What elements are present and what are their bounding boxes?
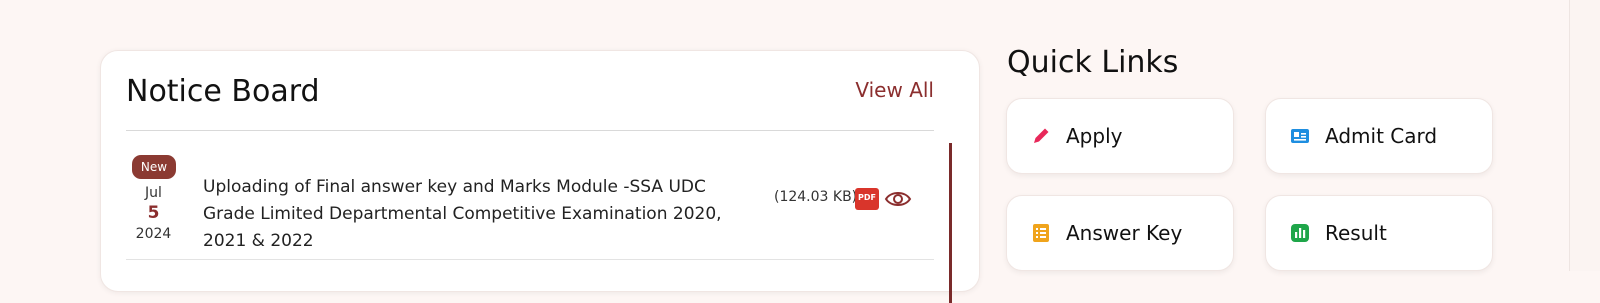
notice-item: New Jul 5 2024 Uploading of Final answer…	[126, 151, 926, 251]
notice-date-month: Jul	[145, 185, 162, 201]
bar-chart-icon	[1291, 224, 1309, 242]
quick-links-title: Quick Links	[1007, 45, 1179, 80]
quick-link-label: Result	[1325, 221, 1387, 245]
notice-board-title: Notice Board	[126, 74, 320, 109]
notice-scroll-indicator	[949, 143, 952, 303]
quick-link-apply[interactable]: Apply	[1006, 98, 1234, 174]
view-all-link[interactable]: View All	[855, 78, 934, 102]
quick-link-label: Apply	[1066, 124, 1123, 148]
pencil-icon	[1034, 128, 1049, 143]
notice-date-year: 2024	[135, 226, 172, 242]
divider	[126, 130, 934, 131]
quick-link-result[interactable]: Result	[1265, 195, 1493, 271]
new-badge: New	[132, 155, 176, 179]
quick-link-label: Answer Key	[1066, 221, 1183, 245]
notice-board-card: Notice Board View All New Jul 5 2024 Upl…	[100, 50, 980, 303]
divider	[126, 259, 934, 260]
pdf-icon-label: PDF	[858, 193, 876, 202]
pdf-icon[interactable]: PDF	[855, 188, 879, 210]
quick-link-label: Admit Card	[1325, 124, 1438, 148]
notice-date-day: 5	[147, 203, 160, 223]
quick-link-admit-card[interactable]: Admit Card	[1265, 98, 1493, 174]
scrollbar-track[interactable]	[1569, 0, 1600, 271]
list-icon	[1033, 224, 1049, 242]
file-size: (124.03 KB)	[774, 189, 858, 205]
notice-title-link[interactable]: Uploading of Final answer key and Marks …	[203, 174, 763, 255]
eye-icon[interactable]	[884, 187, 912, 211]
quick-link-answer-key[interactable]: Answer Key	[1006, 195, 1234, 271]
id-card-icon	[1291, 129, 1309, 143]
